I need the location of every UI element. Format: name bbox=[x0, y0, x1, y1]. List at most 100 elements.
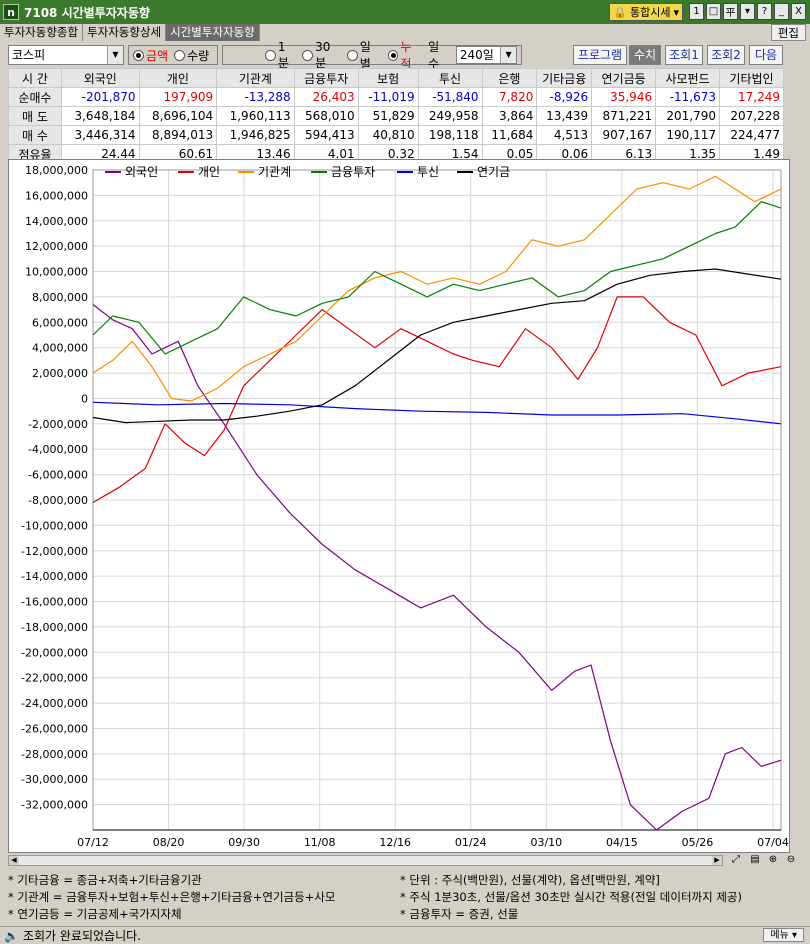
window-small-buttons: 1 □ 平 ▾? _ X bbox=[689, 3, 806, 21]
scroll-left-icon[interactable]: ◀ bbox=[9, 856, 19, 865]
y-tick-label: 14,000,000 bbox=[25, 215, 88, 228]
table-row: 순매수 -201,870 197,909 -13,288 26,403 -11,019 -5… bbox=[8, 87, 784, 107]
table-cell: 8,696,104 bbox=[138, 106, 218, 126]
x-tick-label: 09/30 bbox=[228, 836, 260, 849]
note-item: * 단위 : 주식(백만원), 선물(계약), 옵션[백만원, 계약] bbox=[400, 873, 660, 887]
amount-radio-1[interactable]: 수량 bbox=[174, 47, 209, 64]
y-tick-label: 12,000,000 bbox=[25, 240, 88, 253]
y-tick-label: -18,000,000 bbox=[21, 621, 88, 634]
column-header: 은행 bbox=[481, 68, 538, 88]
chevron-down-icon: ▼ bbox=[107, 46, 123, 64]
pin-button[interactable]: 平 bbox=[723, 3, 738, 20]
minimize-button[interactable]: _ bbox=[774, 3, 789, 20]
close-button[interactable]: X bbox=[791, 3, 806, 20]
option-button[interactable]: ▾ bbox=[740, 3, 755, 20]
table-cell: 13,439 bbox=[536, 106, 593, 126]
speaker-icon: 🔈 bbox=[4, 928, 19, 943]
table-cell: 4,513 bbox=[536, 125, 593, 145]
window-title: 7108 시간별투자자동향 bbox=[24, 5, 150, 20]
table-cell: -51,840 bbox=[417, 87, 483, 107]
period-radio-0[interactable]: 1분 bbox=[265, 40, 296, 71]
status-message: 조회가 완료되었습니다. bbox=[22, 929, 141, 943]
program-button[interactable]: 프로그램 bbox=[573, 45, 627, 65]
y-tick-label: 2,000,000 bbox=[32, 367, 88, 380]
menu-button[interactable]: 메뉴 ▾ bbox=[763, 928, 804, 942]
numeric-button[interactable]: 수치 bbox=[629, 45, 661, 65]
query2-button[interactable]: 조회2 bbox=[707, 45, 745, 65]
column-header: 투신 bbox=[417, 68, 483, 88]
column-header: 연기금등 bbox=[591, 68, 657, 88]
series-line-3 bbox=[92, 201, 782, 355]
next-button[interactable]: 다음 bbox=[749, 45, 783, 65]
scroll-right-icon[interactable]: ▶ bbox=[712, 856, 722, 865]
screen-1-button[interactable]: 1 bbox=[689, 3, 704, 20]
edit-button[interactable]: 편집 bbox=[770, 24, 806, 41]
tab-0[interactable]: 투자자동향종합 bbox=[0, 24, 84, 41]
radio-dot-icon bbox=[302, 49, 314, 61]
table-cell: 51,829 bbox=[357, 106, 419, 126]
expand-icon[interactable]: ⤢ bbox=[729, 854, 743, 867]
table-cell: -201,870 bbox=[61, 87, 140, 107]
x-tick-label: 05/26 bbox=[682, 836, 714, 849]
column-header: 금융투자 bbox=[293, 68, 359, 88]
table-cell: 1,960,113 bbox=[216, 106, 295, 126]
period-radio-1[interactable]: 30분 bbox=[302, 40, 341, 71]
amount-radio-0[interactable]: 금액 bbox=[133, 47, 168, 64]
y-tick-label: -32,000,000 bbox=[21, 799, 88, 812]
table-cell: -11,673 bbox=[655, 87, 721, 107]
column-header: 기타금융 bbox=[536, 68, 593, 88]
period-radio-2[interactable]: 일별 bbox=[346, 38, 382, 72]
column-header: 기타법인 bbox=[719, 68, 784, 88]
note-item: * 주식 1분30초, 선물/옵션 30초만 실시간 적용(전일 데이터까지 제… bbox=[400, 890, 742, 904]
note-item: * 기관계 = 금융투자+보험+투신+은행+기타금융+연기금등+사모 bbox=[8, 890, 336, 904]
y-tick-label: -20,000,000 bbox=[21, 646, 88, 659]
window-titlebar: n 7108 시간별투자자동향 🔒 통합시세 ▾ 1 □ 平 ▾? _ X bbox=[0, 0, 810, 24]
query1-button[interactable]: 조회1 bbox=[665, 45, 703, 65]
y-tick-label: -8,000,000 bbox=[28, 494, 88, 507]
legend-label: 외국인 bbox=[125, 165, 158, 179]
y-tick-label: -14,000,000 bbox=[21, 570, 88, 583]
x-tick-label: 04/15 bbox=[606, 836, 638, 849]
column-header: 외국인 bbox=[61, 68, 140, 88]
period-radio-group: 1분 30분 일별 누적 일수 240일 ▼ bbox=[222, 40, 522, 71]
amount-radio-label: 수량 bbox=[187, 48, 210, 63]
investor-chart: 18,000,000 16,000,000 14,000,000 12,000,000… bbox=[21, 164, 789, 849]
legend-label: 개인 bbox=[198, 165, 220, 179]
legend-label: 투신 bbox=[417, 165, 439, 179]
table-cell: 26,403 bbox=[293, 87, 359, 107]
table-cell: 7,820 bbox=[481, 87, 538, 107]
period-radio-3[interactable]: 누적 bbox=[387, 38, 423, 72]
radio-dot-icon bbox=[265, 49, 276, 61]
days-select[interactable]: 240일 ▼ bbox=[455, 46, 518, 64]
zoom-out-icon[interactable]: ⊖ bbox=[784, 854, 798, 867]
table-cell: 3,648,184 bbox=[61, 106, 140, 126]
x-tick-label: 11/08 bbox=[304, 836, 336, 849]
series-line-2 bbox=[92, 175, 782, 402]
y-tick-label: -24,000,000 bbox=[21, 697, 88, 710]
notes-panel: * 기타금융 = 종금+저축+기타금융기관 * 단위 : 주식(백만원), 선물… bbox=[8, 872, 798, 924]
table-cell: 198,118 bbox=[417, 125, 483, 145]
tab-1[interactable]: 투자자동향상세 bbox=[83, 24, 167, 41]
column-header: 기관계 bbox=[216, 68, 295, 88]
integrated-quote-combo[interactable]: 🔒 통합시세 ▾ bbox=[609, 3, 683, 21]
table-cell: 3,864 bbox=[481, 106, 538, 126]
market-select[interactable]: 코스피 ▼ bbox=[8, 45, 124, 65]
legend-label: 금융투자 bbox=[331, 165, 375, 179]
zoom-in-icon[interactable]: ⊕ bbox=[766, 854, 780, 867]
help-button[interactable]: ? bbox=[757, 3, 772, 20]
print-icon[interactable]: ▤ bbox=[748, 854, 762, 867]
table-cell: 249,958 bbox=[417, 106, 483, 126]
y-tick-label: -12,000,000 bbox=[21, 545, 88, 558]
layout-button[interactable]: □ bbox=[706, 3, 721, 20]
chart-scrollbar[interactable]: ◀ ▶ bbox=[8, 855, 723, 866]
x-tick-label: 12/16 bbox=[379, 836, 411, 849]
x-tick-label: 03/10 bbox=[530, 836, 562, 849]
period-radio-label: 일별 bbox=[359, 40, 371, 71]
chart-panel: 18,000,000 16,000,000 14,000,000 12,000,000… bbox=[8, 159, 790, 853]
x-tick-label: 07/12 bbox=[77, 836, 109, 849]
row-header: 매 도 bbox=[8, 106, 62, 126]
chevron-down-icon: ▼ bbox=[500, 47, 517, 63]
y-tick-label: 4,000,000 bbox=[32, 342, 88, 355]
tab-2[interactable]: 시간별투자자동향 bbox=[166, 24, 260, 41]
note-item: * 금융투자 = 증권, 선물 bbox=[400, 907, 519, 921]
